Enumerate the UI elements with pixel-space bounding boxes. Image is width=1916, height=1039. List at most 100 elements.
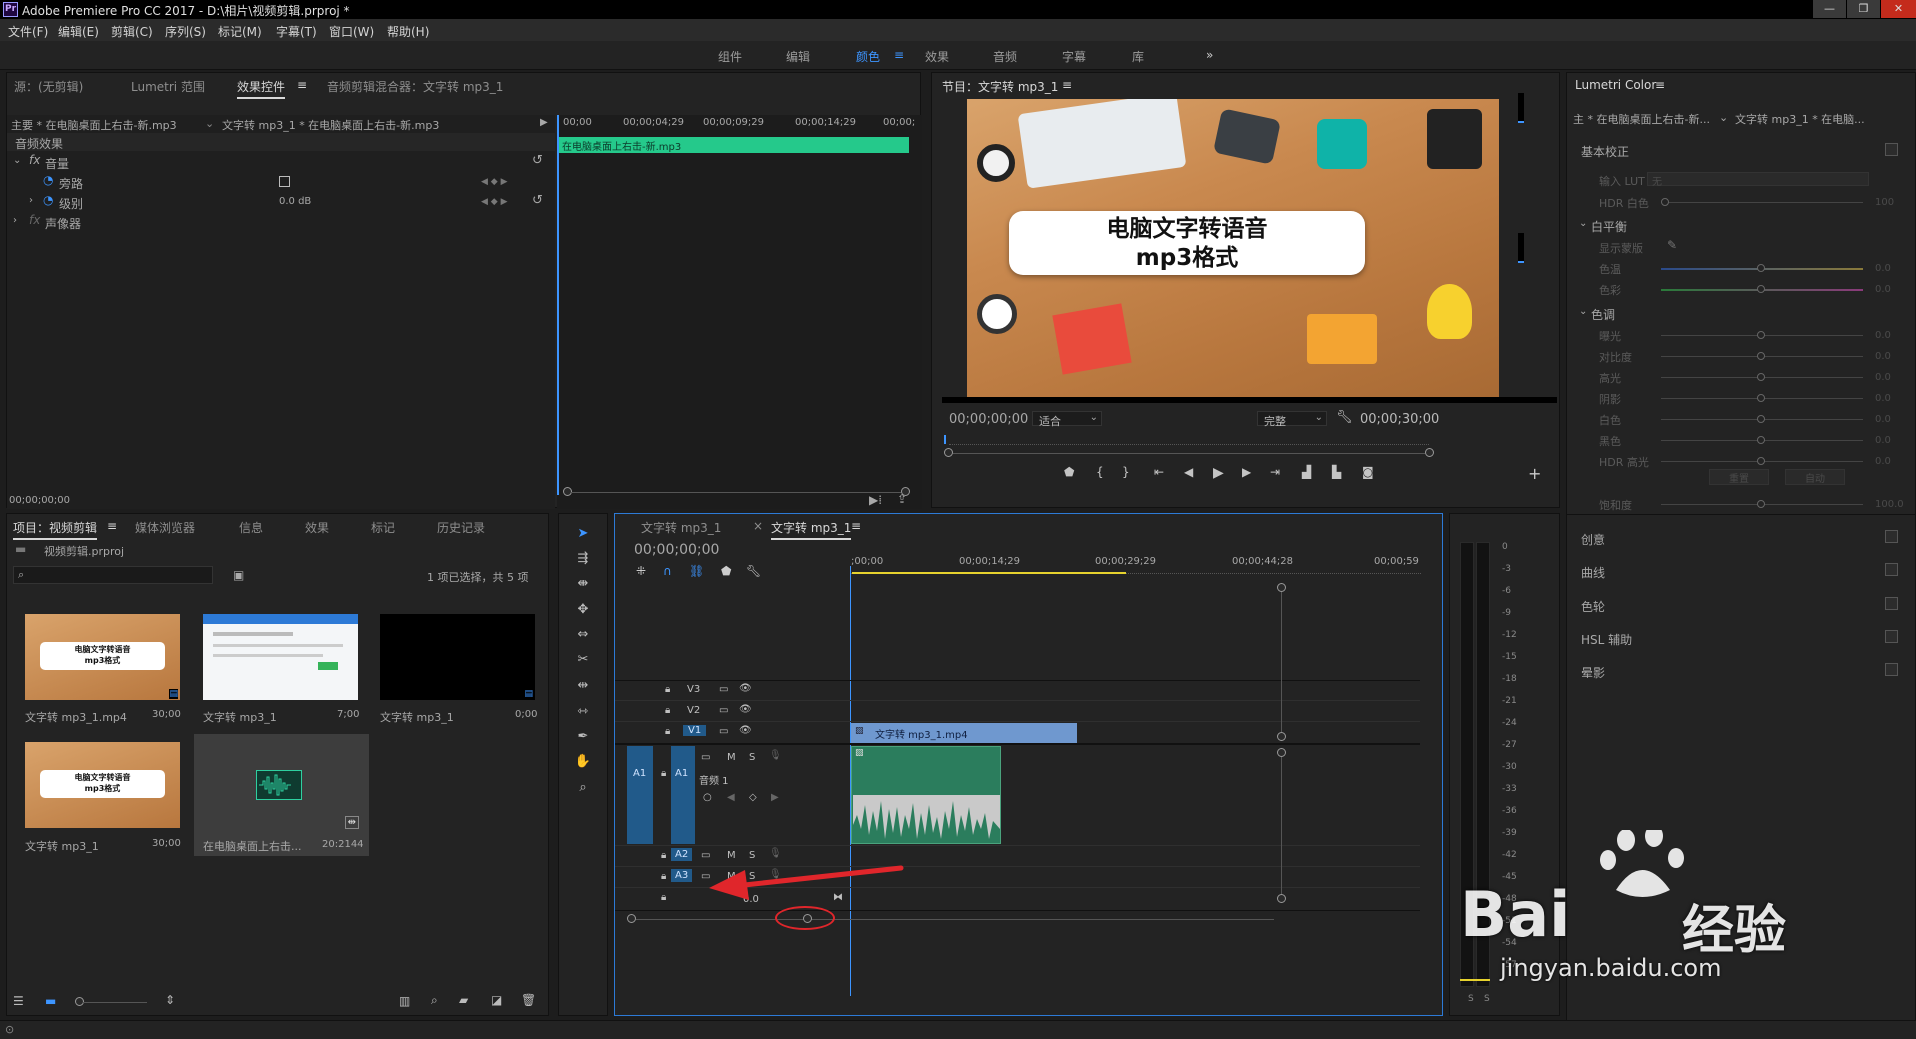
razor-tool-icon[interactable]: ✂ [573,652,593,670]
audio-scroll-bottom[interactable] [1277,894,1286,903]
program-ruler[interactable] [949,439,1429,445]
tone-knob[interactable] [1757,331,1765,339]
minimize-button[interactable]: — [1812,0,1846,18]
zoom-handle-right[interactable] [1425,448,1434,457]
eye-icon[interactable]: 👁︎ [739,704,752,715]
tab-audio-clip-mixer[interactable]: 音频剪辑混合器：文字转 mp3_1 [327,78,503,95]
panel-menu-icon[interactable]: ≡ [1062,78,1072,92]
automate-icon[interactable]: ▥ [399,994,410,1008]
project-item-selected[interactable]: ⇹ 在电脑桌面上右击... 20:2144 [194,734,369,856]
tab-media-browser[interactable]: 媒体浏览器 [135,519,195,536]
keyframe-nav-icon[interactable]: ▶ [771,792,779,803]
mark-in-icon[interactable]: { [1096,465,1104,479]
tone-knob[interactable] [1757,457,1765,465]
zoom-handle-left[interactable] [944,448,953,457]
reset-tone-button[interactable]: 重置 [1709,469,1769,485]
step-back-icon[interactable]: ◀︎ [1184,465,1193,479]
fx-icon[interactable]: fx [29,153,40,167]
effect-controls-timecode[interactable]: 00;00;00;00 [9,495,70,506]
white-balance-header[interactable]: 白平衡 [1591,218,1627,235]
tab-effects[interactable]: 效果 [305,519,329,536]
workspace-color[interactable]: 颜色 [856,48,880,65]
tab-sequence-active[interactable]: 文字转 mp3_1 [771,519,852,540]
lock-icon[interactable]: 🔒︎ [661,871,666,882]
hsl-secondary-header[interactable]: HSL 辅助 [1581,631,1632,648]
menu-file[interactable]: 文件(F) [8,23,48,40]
track-label-v1[interactable]: V1 [683,725,707,736]
lumetri-title[interactable]: Lumetri Color [1575,78,1656,92]
extract-icon[interactable]: ▙ [1332,465,1341,479]
auto-tone-button[interactable]: 自动 [1785,469,1845,485]
panel-menu-icon[interactable]: ≡ [1655,78,1665,92]
filter-icon[interactable]: ▶⁞ [869,493,882,507]
tone-knob[interactable] [1757,373,1765,381]
linked-selection-icon[interactable]: ⛓ [689,564,704,578]
keyframe-nav-icon[interactable]: ◀ ◆ ▶ [481,197,508,207]
workspace-editing[interactable]: 编辑 [786,48,810,65]
selection-tool-icon[interactable]: ➤ [573,526,593,544]
slide-tool-icon[interactable]: ⇿ [573,704,593,722]
tab-project[interactable]: 项目：视频剪辑 [13,519,98,540]
tab-markers[interactable]: 标记 [371,519,395,536]
audio-scroll-top[interactable] [1277,748,1286,757]
tone-knob[interactable] [1757,352,1765,360]
chevron-down-icon[interactable]: ⌄ [1719,111,1728,124]
track-label-a2[interactable]: A2 [671,848,693,861]
zoom-scrollbar[interactable] [571,492,901,493]
zoom-tool-icon[interactable]: ⌕ [573,780,593,798]
program-playhead[interactable] [944,435,946,444]
ripple-edit-tool-icon[interactable]: ⇼ [573,576,593,594]
snap-icon[interactable]: ∩ [663,564,672,578]
tone-knob[interactable] [1757,394,1765,402]
track-label-a3[interactable]: A3 [671,869,693,882]
track-label-a1[interactable]: A1 [671,746,695,844]
bypass-checkbox[interactable] [279,176,290,187]
mark-out-icon[interactable]: } [1122,465,1130,479]
settings-wrench-icon[interactable]: 🔧︎ [746,564,761,578]
project-search-input[interactable]: ⌕ [13,566,213,584]
curves-checkbox[interactable] [1885,563,1898,576]
stopwatch-icon[interactable]: ◔ [43,193,53,207]
lock-icon[interactable]: 🔒︎ [661,850,666,861]
track-select-tool-icon[interactable]: ⇶ [573,551,593,569]
lock-icon[interactable]: 🔒︎ [661,768,666,779]
reset-icon[interactable]: ↺ [532,193,543,208]
creative-checkbox[interactable] [1885,530,1898,543]
menu-title[interactable]: 字幕(T) [276,23,317,40]
mic-icon[interactable]: 🎙︎ [769,848,782,859]
panel-menu-icon[interactable]: ≡ [851,519,861,533]
vignette-checkbox[interactable] [1885,663,1898,676]
track-label-v2[interactable]: V2 [687,705,700,716]
keyframe-nav-icon[interactable]: ◀ ◆ ▶ [481,177,508,187]
project-thumb-4[interactable]: 电脑文字转语音 mp3格式 [25,742,180,828]
eye-icon[interactable]: 👁︎ [739,725,752,736]
mic-icon[interactable]: 🎙︎ [769,750,782,761]
audio-clip[interactable]: ▨ [851,746,1001,844]
workspace-titles[interactable]: 字幕 [1062,48,1086,65]
export-icon[interactable]: ⇪ [897,492,907,506]
wrench-icon[interactable]: 🔧︎ [1336,410,1353,425]
lumetri-sequence-clip[interactable]: 文字转 mp3_1 * 在电脑... [1735,111,1865,127]
hsl-secondary-checkbox[interactable] [1885,630,1898,643]
color-wheels-checkbox[interactable] [1885,597,1898,610]
thumb-size-slider[interactable] [83,1002,147,1003]
menu-edit[interactable]: 编辑(E) [58,23,99,40]
menu-sequence[interactable]: 序列(S) [165,23,206,40]
solo-button[interactable]: S [749,752,755,763]
menu-help[interactable]: 帮助(H) [387,23,429,40]
add-marker-icon[interactable]: ⬟ [721,564,731,578]
program-video-frame[interactable]: 电脑文字转语音 mp3格式 [967,99,1499,397]
tab-history[interactable]: 历史记录 [437,519,485,536]
lock-icon[interactable]: 🔒︎ [665,684,670,695]
tone-header[interactable]: 色调 [1591,306,1615,323]
workspace-libraries[interactable]: 库 [1132,48,1144,65]
audio-vscroll[interactable] [1281,757,1282,894]
rate-stretch-tool-icon[interactable]: ⇔ [573,627,593,645]
tab-lumetri-scopes[interactable]: Lumetri 范围 [131,78,205,95]
video-vscroll[interactable] [1281,592,1282,732]
menu-marker[interactable]: 标记(M) [218,23,262,40]
lift-icon[interactable]: ▟ [1302,465,1311,479]
workspace-audio[interactable]: 音频 [993,48,1017,65]
new-bin-icon[interactable]: ▰ [459,993,468,1007]
lock-icon[interactable]: 🔒︎ [665,705,670,716]
